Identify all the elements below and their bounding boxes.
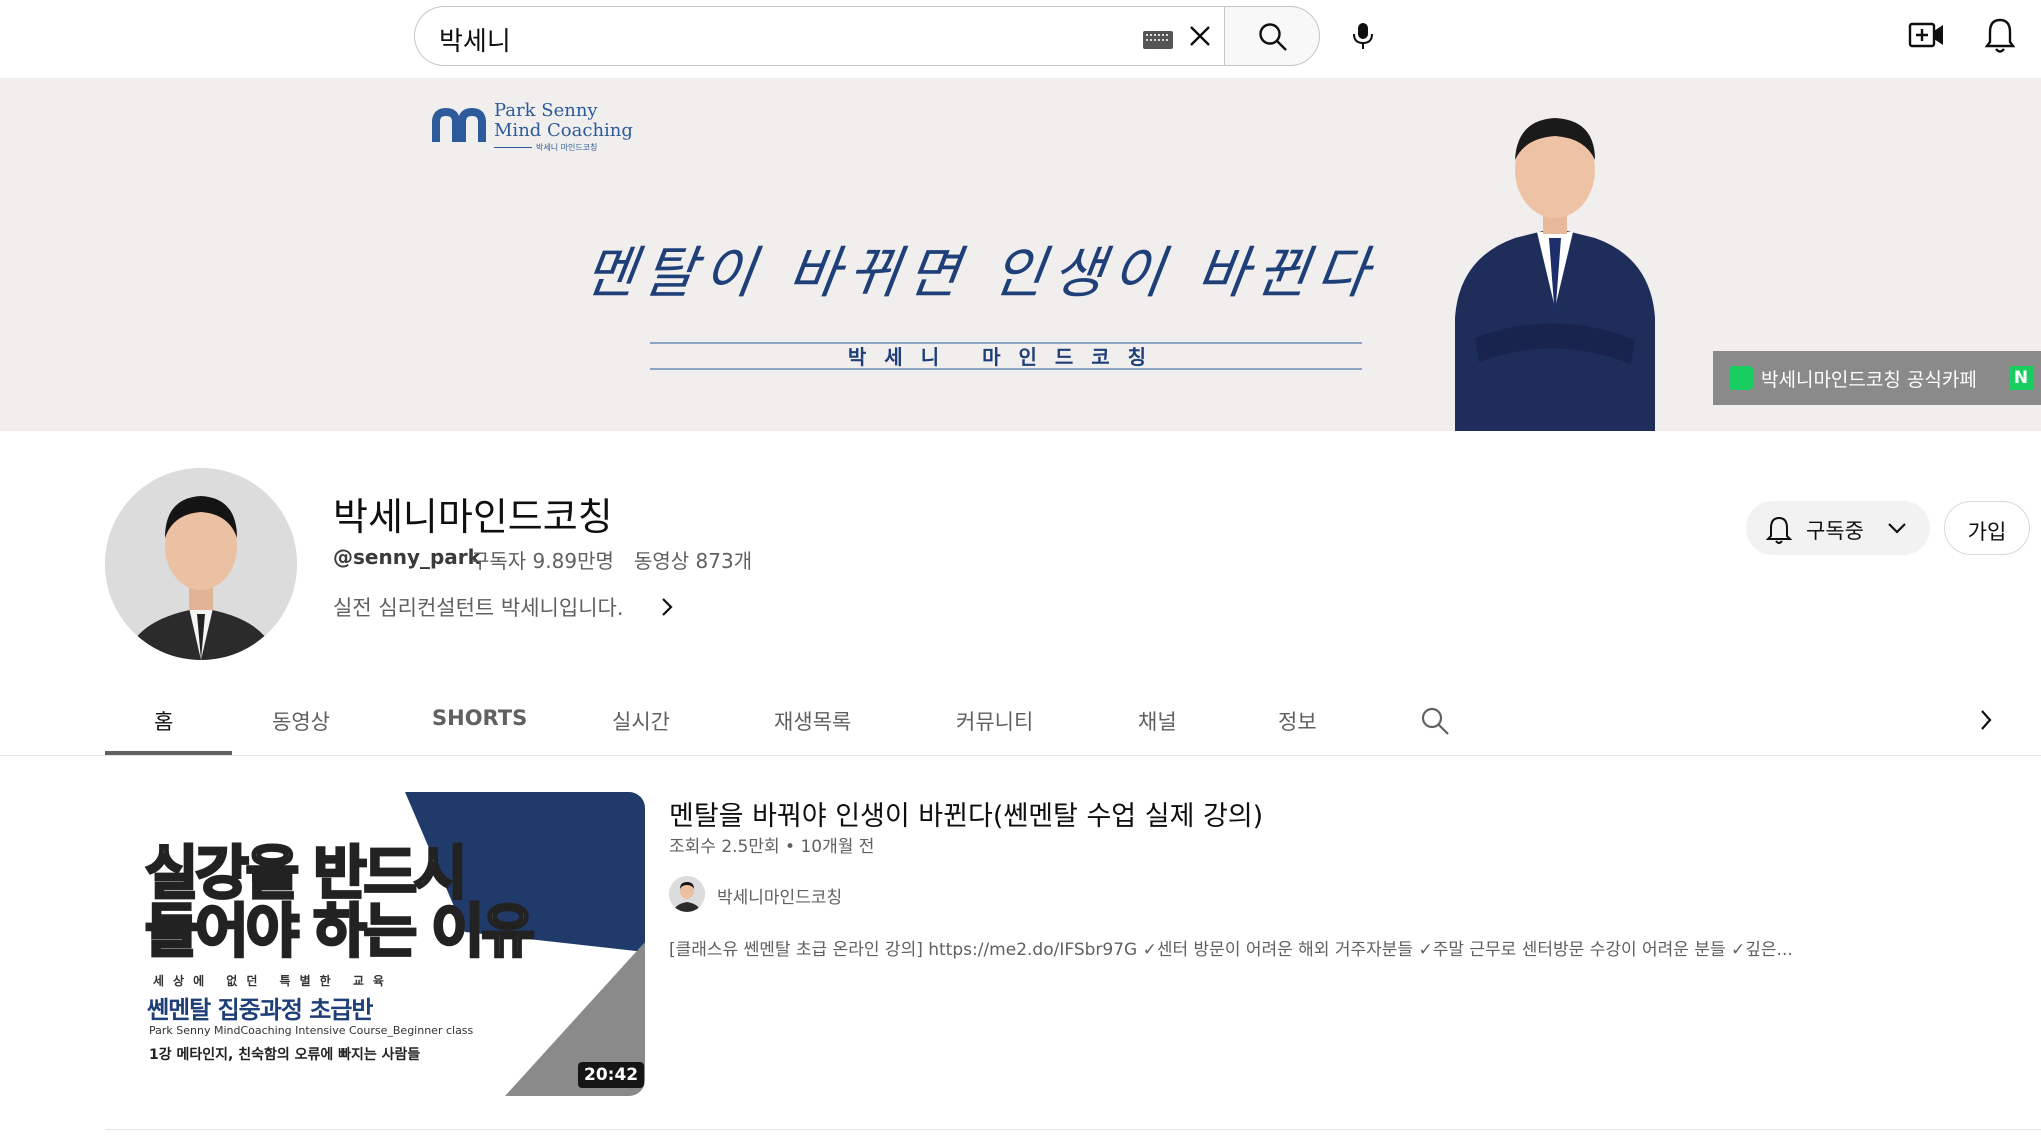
chevron-down-icon xyxy=(1888,523,1906,534)
thumbnail-english: Park Senny MindCoaching Intensive Course… xyxy=(149,1024,474,1037)
featured-video-meta: 조회수 2.5만회 • 10개월 전 xyxy=(669,837,875,857)
banner-subtitle-frame: 박세니 마인드코칭 xyxy=(650,342,1362,370)
microphone-icon xyxy=(1353,23,1373,49)
close-icon[interactable] xyxy=(1183,19,1217,53)
join-label: 가입 xyxy=(1967,520,2007,544)
brand-name-line2: Mind Coaching xyxy=(494,120,633,141)
owner-name[interactable]: 박세니마인드코칭 xyxy=(717,883,842,908)
brand-logo: Park Senny Mind Coaching 박세니 마인드코칭 xyxy=(430,100,633,160)
subscribe-button[interactable]: 구독중 xyxy=(1746,501,1930,555)
subscriber-count: 구독자 9.89만명 xyxy=(471,549,614,573)
featured-video-description: [클래스유 쎈멘탈 초급 온라인 강의] https://me2.do/IFSb… xyxy=(669,940,1793,960)
video-count: 동영상 873개 xyxy=(634,549,753,573)
search-icon xyxy=(1259,23,1287,51)
channel-name: 박세니마인드코칭 xyxy=(333,495,613,539)
active-tab-indicator xyxy=(105,751,232,755)
thumbnail-tagline: 세상에 없던 특별한 교육 xyxy=(153,974,393,988)
tab-videos[interactable]: 동영상 xyxy=(272,706,330,736)
search-input[interactable]: 박세니 xyxy=(414,6,1224,66)
banner-person-image xyxy=(1455,118,1655,431)
top-bar: 박세니 xyxy=(0,0,2041,78)
channel-banner: Park Senny Mind Coaching 박세니 마인드코칭 멘탈이 바… xyxy=(0,78,2041,431)
cafe-link[interactable]: 박세니마인드코칭 공식카페 N xyxy=(1713,351,2041,405)
owner-avatar[interactable] xyxy=(669,876,705,912)
subscribe-label: 구독중 xyxy=(1806,519,1864,543)
owner-avatar-portrait xyxy=(669,876,705,912)
tab-shorts[interactable]: SHORTS xyxy=(432,706,527,730)
cafe-link-label: 박세니마인드코칭 공식카페 xyxy=(1761,369,1977,391)
voice-search-button[interactable] xyxy=(1338,10,1388,60)
thumbnail-course: 쎈멘탈 집중과정 초급반 xyxy=(147,996,374,1024)
featured-video-title[interactable]: 멘탈을 바꿔야 인생이 바뀐다(쎈멘탈 수업 실제 강의) xyxy=(669,794,1263,833)
tab-live[interactable]: 실시간 xyxy=(612,706,670,736)
naver-icon: N xyxy=(2009,366,2033,390)
section-divider xyxy=(105,1129,2041,1130)
channel-description[interactable]: 실전 심리컨설턴트 박세니입니다. xyxy=(333,592,624,622)
keyboard-icon[interactable] xyxy=(1143,31,1173,49)
brand-name-korean: 박세니 마인드코칭 xyxy=(494,142,597,153)
create-video-icon[interactable] xyxy=(1908,18,1946,52)
chevron-right-icon[interactable] xyxy=(660,596,674,618)
search-query[interactable]: 박세니 xyxy=(439,21,511,58)
tab-playlists[interactable]: 재생목록 xyxy=(774,706,851,736)
tab-about[interactable]: 정보 xyxy=(1278,706,1317,736)
featured-video-thumbnail[interactable]: 실강을 반드시 들어야 하는 이유 세상에 없던 특별한 교육 쎈멘탈 집중과정… xyxy=(105,792,645,1096)
avatar-portrait xyxy=(105,468,297,660)
thumbnail-title-line2: 들어야 하는 이유 xyxy=(144,896,537,967)
thumbnail-lesson: 1강 메타인지, 친숙함의 오류에 빠지는 사람들 xyxy=(149,1047,421,1063)
bell-icon xyxy=(1766,516,1792,544)
brand-mark-icon xyxy=(432,108,486,142)
channel-search-icon[interactable] xyxy=(1420,706,1450,736)
brand-name-line1: Park Senny xyxy=(494,100,598,121)
channel-tabs: 홈 동영상 SHORTS 실시간 재생목록 커뮤니티 채널 정보 xyxy=(0,690,2041,756)
tab-channels[interactable]: 채널 xyxy=(1138,706,1177,736)
notifications-bell-icon[interactable] xyxy=(1984,16,2016,54)
join-button[interactable]: 가입 xyxy=(1944,501,2030,555)
tab-community[interactable]: 커뮤니티 xyxy=(956,706,1033,736)
banner-slogan: 멘탈이 바뀌면 인생이 바뀐다 xyxy=(579,241,1381,306)
tab-home[interactable]: 홈 xyxy=(154,706,173,736)
cafe-icon xyxy=(1729,366,1753,390)
video-duration: 20:42 xyxy=(578,1062,645,1088)
channel-handle: @senny_park xyxy=(333,545,481,569)
banner-subtitle: 박세니 마인드코칭 xyxy=(847,345,1165,369)
channel-avatar[interactable] xyxy=(105,468,297,660)
tabs-scroll-right-icon[interactable] xyxy=(1978,708,1994,732)
search-button[interactable] xyxy=(1224,6,1320,66)
